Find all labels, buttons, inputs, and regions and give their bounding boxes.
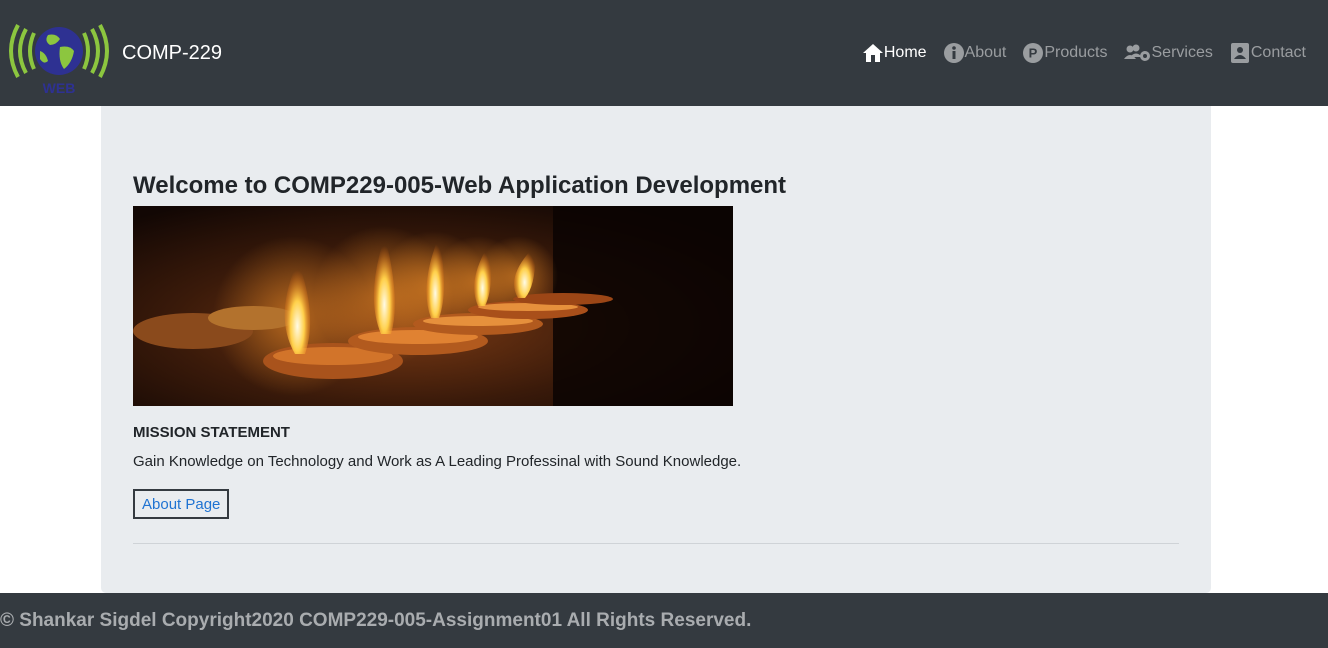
nav-label-home: Home bbox=[883, 44, 927, 61]
logo-text: WEB bbox=[43, 80, 76, 95]
main-nav: Home About P Products Services Contact bbox=[846, 42, 1306, 64]
globe-logo-icon: WEB bbox=[9, 24, 109, 95]
home-icon bbox=[862, 42, 884, 64]
mission-text: Gain Knowledge on Technology and Work as… bbox=[133, 453, 742, 470]
nav-label-contact: Contact bbox=[1250, 44, 1306, 61]
nav-label-services: Services bbox=[1151, 44, 1213, 61]
nav-item-services[interactable]: Services bbox=[1123, 42, 1213, 64]
svg-text:P: P bbox=[1029, 46, 1038, 61]
users-gear-icon bbox=[1123, 42, 1152, 64]
diya-lamps-image bbox=[133, 206, 733, 406]
jumbotron: Welcome to COMP229-005-Web Application D… bbox=[101, 106, 1211, 593]
divider bbox=[133, 543, 1179, 544]
nav-item-home[interactable]: Home bbox=[862, 42, 927, 64]
navbar: WEB COMP-229 Home About P Products Servi… bbox=[0, 0, 1328, 106]
brand-name[interactable]: COMP-229 bbox=[122, 42, 222, 65]
about-page-button[interactable]: About Page bbox=[133, 489, 230, 519]
p-circle-icon: P bbox=[1022, 42, 1044, 64]
nav-label-about: About bbox=[964, 44, 1007, 61]
nav-item-about[interactable]: About bbox=[943, 42, 1007, 64]
nav-label-products: Products bbox=[1044, 44, 1108, 61]
footer-copyright: © Shankar Sigdel Copyright2020 COMP229-0… bbox=[0, 609, 752, 631]
page-title: Welcome to COMP229-005-Web Application D… bbox=[133, 172, 787, 199]
contact-card-icon bbox=[1229, 42, 1251, 64]
info-icon bbox=[943, 42, 965, 64]
mission-title: MISSION STATEMENT bbox=[133, 424, 290, 441]
footer: © Shankar Sigdel Copyright2020 COMP229-0… bbox=[0, 593, 1328, 648]
nav-item-contact[interactable]: Contact bbox=[1229, 42, 1306, 64]
nav-item-products[interactable]: P Products bbox=[1022, 42, 1108, 64]
brand[interactable]: WEB COMP-229 bbox=[4, 11, 222, 95]
